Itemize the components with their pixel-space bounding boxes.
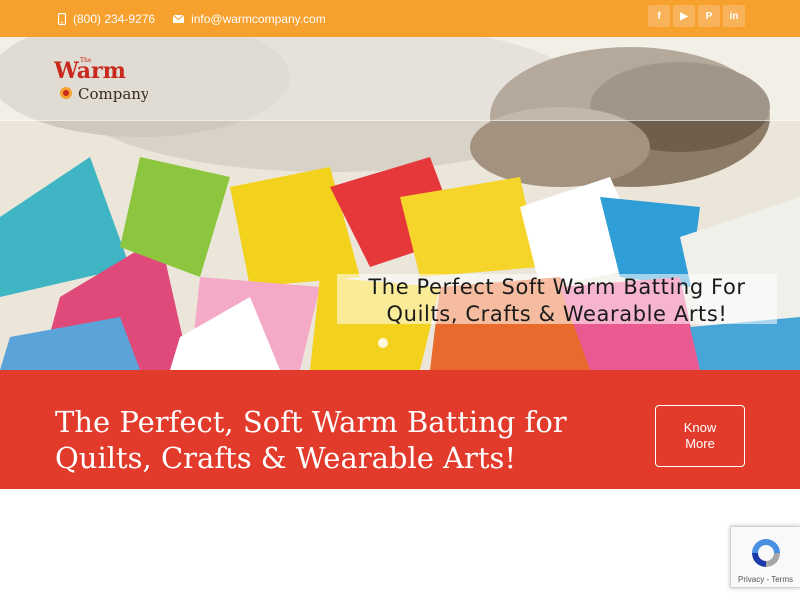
youtube-icon[interactable]: ▶	[673, 5, 695, 27]
hero-caption-line-2: Quilts, Crafts & Wearable Arts!	[386, 302, 728, 326]
hero-caption-line-1: The Perfect Soft Warm Batting For	[368, 275, 746, 299]
top-contact-bar: (800) 234-9276 info@warmcompany.com f ▶ …	[0, 0, 800, 37]
pinterest-icon[interactable]: P	[698, 5, 720, 27]
know-more-line-1: Know	[683, 420, 717, 435]
logo-warm-text: Warm	[54, 58, 126, 84]
know-more-button[interactable]: Know More	[655, 405, 745, 467]
recaptcha-privacy-terms[interactable]: Privacy - Terms	[731, 575, 800, 584]
recaptcha-badge[interactable]: Privacy - Terms	[730, 526, 800, 588]
linkedin-icon[interactable]: in	[723, 5, 745, 27]
email-address: info@warmcompany.com	[191, 11, 326, 26]
hero-slider: The Warm Company The Perfect Soft Warm B…	[0, 37, 800, 370]
slider-dot[interactable]	[378, 338, 388, 348]
cta-title-line-1: The Perfect, Soft Warm Batting for	[55, 405, 567, 439]
phone-number: (800) 234-9276	[73, 11, 156, 26]
know-more-line-2: More	[685, 436, 715, 451]
cta-title-line-2: Quilts, Crafts & Wearable Arts!	[55, 441, 517, 475]
phone-icon	[58, 12, 66, 25]
hero-caption: The Perfect Soft Warm Batting For Quilts…	[337, 274, 777, 326]
logo-company-text: Company	[78, 85, 148, 103]
facebook-icon[interactable]: f	[648, 5, 670, 27]
social-links: f ▶ P in	[648, 5, 745, 27]
recaptcha-icon	[752, 539, 780, 567]
phone-link[interactable]: (800) 234-9276	[58, 12, 155, 26]
warm-company-logo[interactable]: The Warm Company	[54, 55, 148, 107]
envelope-icon	[173, 14, 185, 23]
cta-band: The Perfect, Soft Warm Batting for Quilt…	[0, 370, 800, 489]
cta-title: The Perfect, Soft Warm Batting for Quilt…	[55, 404, 615, 476]
email-link[interactable]: info@warmcompany.com	[173, 12, 326, 26]
